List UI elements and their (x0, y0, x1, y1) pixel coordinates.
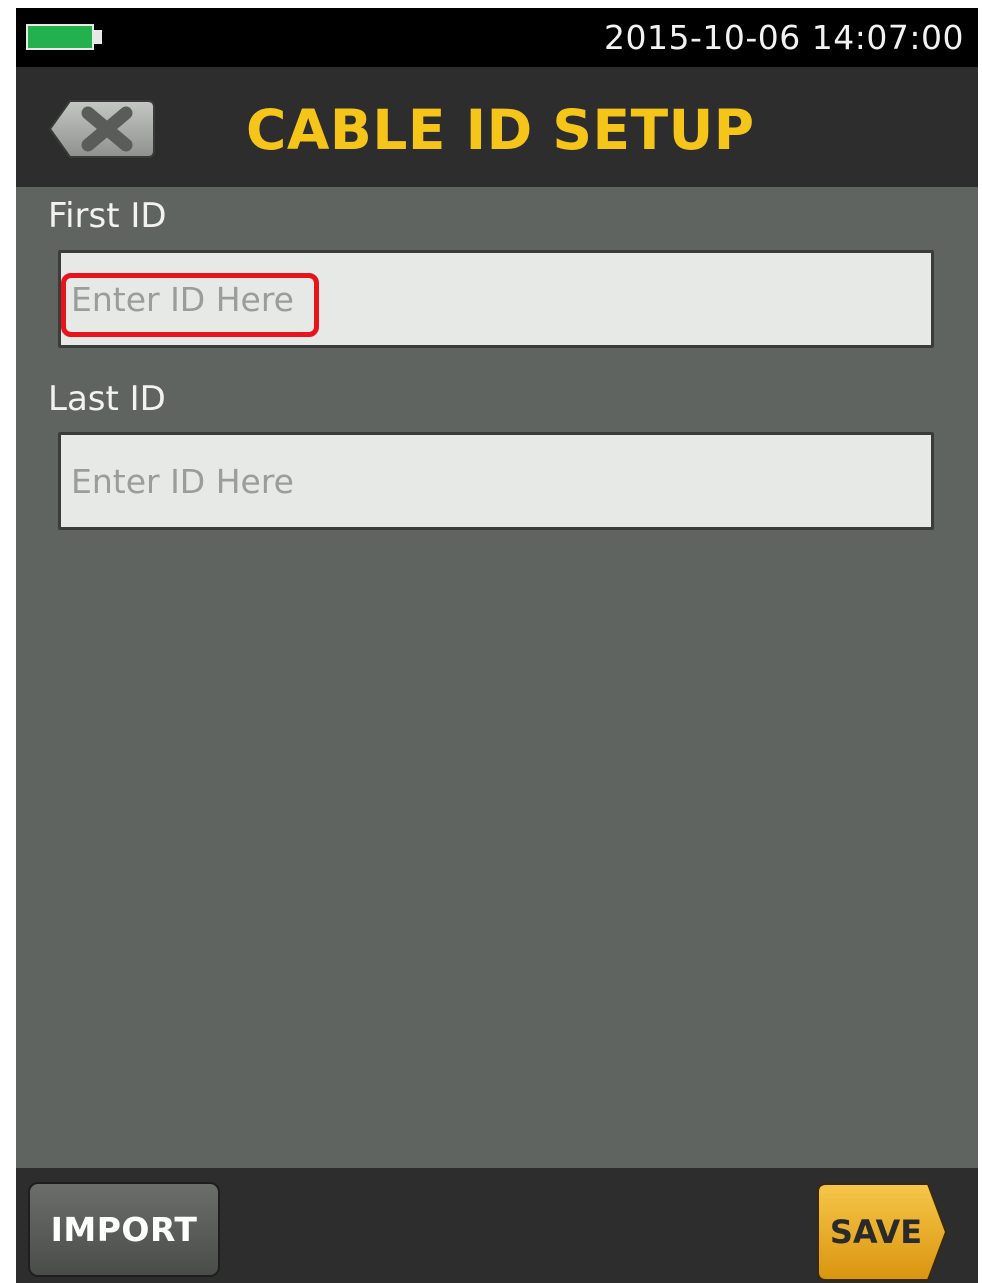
first-id-label: First ID (48, 196, 167, 236)
first-id-input[interactable] (58, 250, 934, 348)
last-id-label: Last ID (48, 379, 166, 419)
device-screen: 2015-10-06 14:07:00 CABLE ID SETUP First… (16, 8, 978, 1283)
battery-icon (26, 24, 94, 50)
import-button[interactable]: IMPORT (28, 1182, 220, 1277)
battery-tip (94, 30, 102, 44)
close-icon (48, 100, 155, 158)
page-title: CABLE ID SETUP (246, 98, 755, 162)
back-button[interactable] (48, 99, 156, 159)
save-button[interactable]: SAVE (816, 1182, 950, 1282)
header-bar: CABLE ID SETUP (16, 67, 978, 187)
status-bar: 2015-10-06 14:07:00 (16, 8, 978, 67)
footer-bar: IMPORT SAVE (16, 1168, 978, 1283)
save-label: SAVE (829, 1213, 923, 1251)
last-id-input[interactable] (58, 432, 934, 530)
datetime-display: 2015-10-06 14:07:00 (604, 18, 964, 57)
